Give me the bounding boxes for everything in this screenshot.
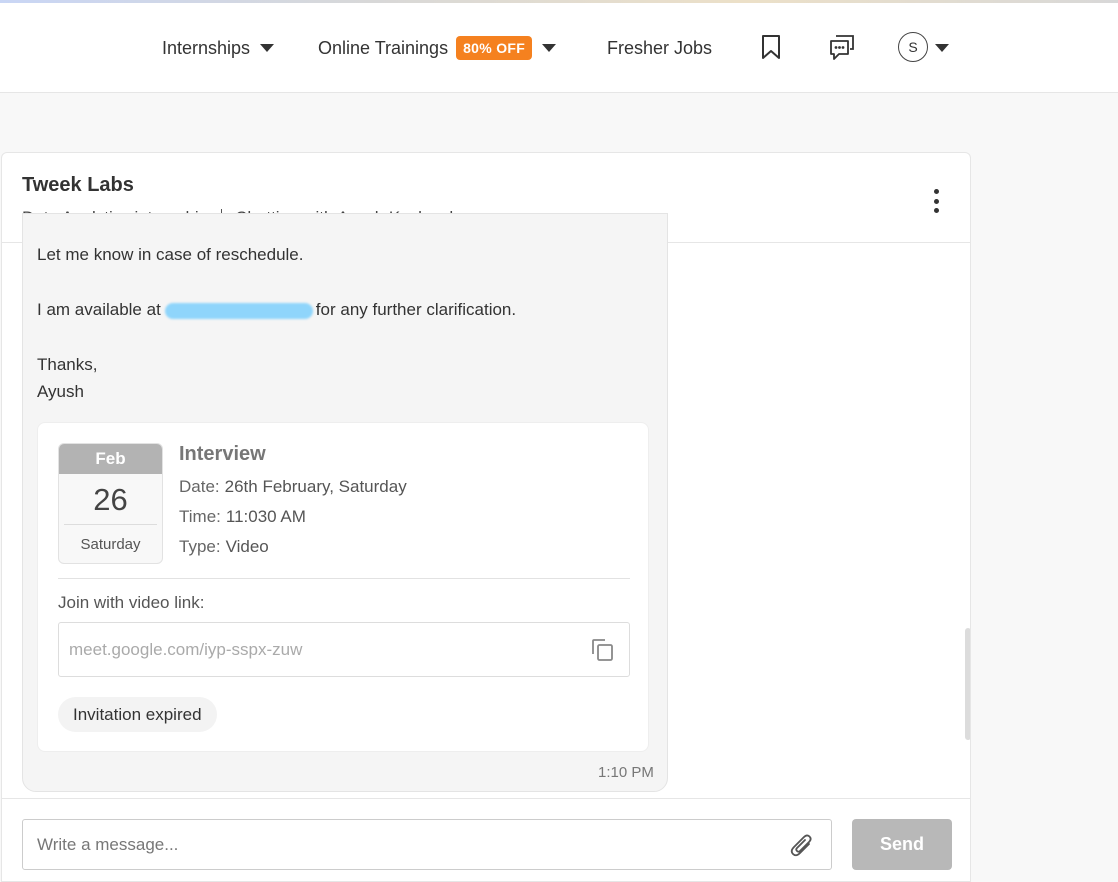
calendar-month: Feb [59,444,162,474]
chevron-down-icon [260,44,275,52]
avatar-initial: S [908,39,918,55]
message-availability: I am available at for any further clarifi… [37,300,516,320]
availability-suffix: for any further clarification. [315,300,517,319]
type-value: Video [225,537,269,556]
nav-internships-label: Internships [162,37,251,58]
discount-badge: 80% OFF [456,36,533,60]
scrollbar-thumb[interactable] [965,628,970,740]
avatar[interactable]: S [898,32,928,62]
divider [58,578,630,579]
message-input[interactable]: Write a message... [22,819,832,870]
top-navbar: Internships Online Trainings 80% OFF Fre… [0,3,1118,93]
message-bubble: Let me know in case of reschedule. I am … [22,213,668,792]
interview-card: Feb 26 Saturday Interview Date: 26th Febr… [37,422,649,752]
paperclip-icon[interactable] [789,832,815,860]
date-label: Date: [179,477,220,496]
time-value: 11:030 AM [225,507,306,526]
more-options-icon[interactable] [928,187,944,215]
nav-fresher-jobs-label: Fresher Jobs [607,37,713,58]
video-link-field[interactable]: meet.google.com/iyp-sspx-zuw [58,622,630,677]
nav-online-trainings[interactable]: Online Trainings 80% OFF [318,3,557,93]
message-timestamp: 1:10 PM [598,764,654,781]
interview-type: Type: Video [179,537,269,557]
chevron-down-icon [542,44,557,52]
nav-online-trainings-label: Online Trainings [318,37,449,58]
calendar-icon: Feb 26 Saturday [58,443,163,564]
interview-title: Interview [179,443,266,465]
interview-time: Time: 11:030 AM [179,507,306,527]
message-thanks: Thanks, [37,355,98,374]
message-signature: Ayush [37,382,84,401]
company-name: Tweek Labs [22,174,134,196]
calendar-day: 26 [93,482,128,517]
chevron-down-icon[interactable] [935,44,949,52]
copy-icon[interactable] [590,637,616,663]
send-button[interactable]: Send [852,819,952,870]
calendar-weekday: Saturday [80,536,141,553]
nav-internships[interactable]: Internships [162,3,275,93]
nav-fresher-jobs[interactable]: Fresher Jobs [607,3,712,93]
video-link-text: meet.google.com/iyp-sspx-zuw [69,640,303,659]
interview-date: Date: 26th February, Saturday [179,477,407,497]
chat-bubbles-icon[interactable] [828,33,856,61]
availability-prefix: I am available at [37,300,161,319]
invitation-status-badge: Invitation expired [58,697,217,732]
message-placeholder: Write a message... [37,835,179,854]
time-label: Time: [179,507,221,526]
redacted-contact [164,302,313,319]
message-line: Let me know in case of reschedule. [37,245,304,264]
type-label: Type: [179,537,221,556]
chat-panel: Tweek Labs Data Analytics internship Cha… [1,152,971,882]
message-composer: Write a message... Send [2,798,970,881]
date-value: 26th February, Saturday [224,477,407,496]
join-video-label: Join with video link: [58,593,205,612]
bookmark-icon[interactable] [757,33,785,61]
